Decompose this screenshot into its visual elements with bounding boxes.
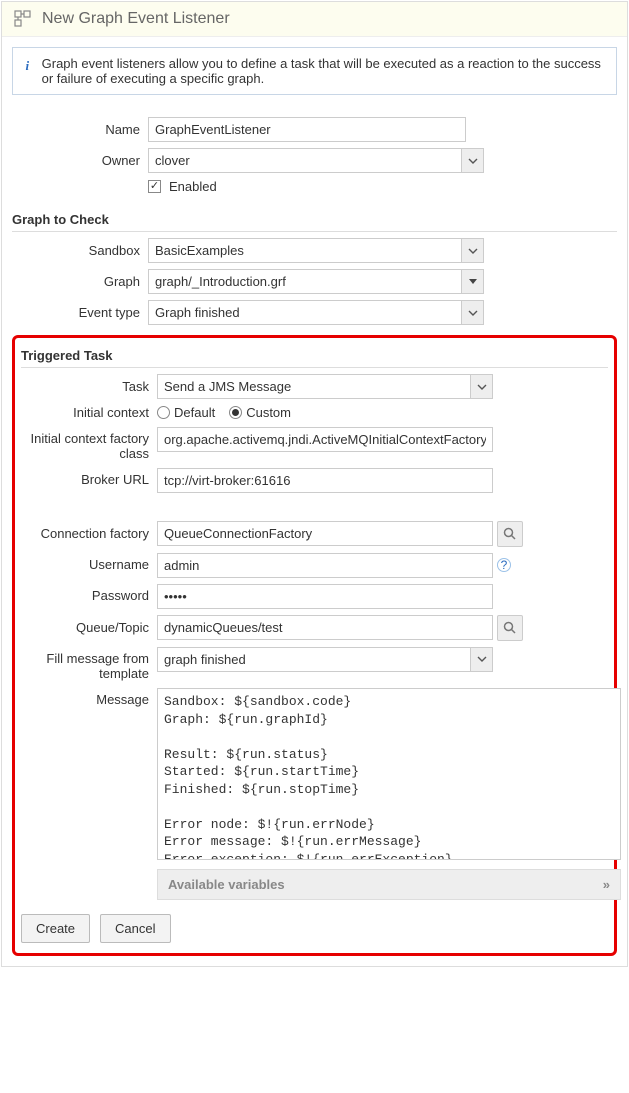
- event-type-select[interactable]: Graph finished: [148, 300, 484, 325]
- graph-value: graph/_Introduction.grf: [149, 270, 461, 293]
- username-label: Username: [21, 557, 157, 573]
- chevron-down-icon[interactable]: [470, 648, 492, 671]
- task-select[interactable]: Send a JMS Message: [157, 374, 493, 399]
- sandbox-label: Sandbox: [12, 243, 148, 259]
- sandbox-value: BasicExamples: [149, 239, 461, 262]
- cancel-button[interactable]: Cancel: [100, 914, 170, 943]
- section-triggered-task: Triggered Task: [21, 348, 608, 368]
- username-input[interactable]: [157, 553, 493, 578]
- browse-conn-factory-button[interactable]: [497, 521, 523, 547]
- broker-url-label: Broker URL: [21, 472, 157, 488]
- search-icon: [503, 621, 517, 635]
- chevron-down-icon[interactable]: [461, 239, 483, 262]
- create-button[interactable]: Create: [21, 914, 90, 943]
- conn-factory-label: Connection factory: [21, 526, 157, 542]
- owner-select[interactable]: clover: [148, 148, 484, 173]
- name-input[interactable]: [148, 117, 466, 142]
- broker-url-input[interactable]: [157, 468, 493, 493]
- fill-template-label: Fill message from template: [21, 647, 157, 682]
- help-icon[interactable]: ?: [497, 558, 511, 572]
- enabled-label: Enabled: [169, 179, 217, 194]
- task-value: Send a JMS Message: [158, 375, 470, 398]
- caret-down-icon[interactable]: [461, 270, 483, 293]
- ic-factory-label: Initial context factory class: [21, 427, 157, 462]
- chevron-down-icon[interactable]: [461, 149, 483, 172]
- chevron-right-icon: »: [603, 877, 610, 892]
- owner-value: clover: [149, 149, 461, 172]
- graph-label: Graph: [12, 274, 148, 290]
- queue-topic-input[interactable]: [157, 615, 493, 640]
- browse-queue-button[interactable]: [497, 615, 523, 641]
- enabled-checkbox[interactable]: ✓: [148, 180, 161, 193]
- message-textarea[interactable]: [157, 688, 621, 860]
- queue-topic-label: Queue/Topic: [21, 620, 157, 636]
- sandbox-select[interactable]: BasicExamples: [148, 238, 484, 263]
- chevron-down-icon[interactable]: [470, 375, 492, 398]
- radio-custom-label: Custom: [246, 405, 291, 420]
- available-variables-label: Available variables: [168, 877, 285, 892]
- task-label: Task: [21, 379, 157, 395]
- event-type-value: Graph finished: [149, 301, 461, 324]
- fill-template-select[interactable]: graph finished: [157, 647, 493, 672]
- ic-factory-input[interactable]: [157, 427, 493, 452]
- info-box: i Graph event listeners allow you to def…: [12, 47, 617, 95]
- info-icon: i: [23, 58, 32, 74]
- fill-template-value: graph finished: [158, 648, 470, 671]
- search-icon: [503, 527, 517, 541]
- info-text: Graph event listeners allow you to defin…: [42, 56, 606, 86]
- chevron-down-icon[interactable]: [461, 301, 483, 324]
- page-title: New Graph Event Listener: [42, 10, 230, 28]
- conn-factory-input[interactable]: [157, 521, 493, 546]
- graph-combo[interactable]: graph/_Introduction.grf: [148, 269, 484, 294]
- radio-custom[interactable]: [229, 406, 242, 419]
- event-listener-icon: [14, 10, 32, 28]
- radio-default-label: Default: [174, 405, 215, 420]
- section-graph-to-check: Graph to Check: [12, 212, 617, 232]
- owner-label: Owner: [12, 153, 148, 169]
- triggered-task-region: Triggered Task Task Send a JMS Message I…: [12, 335, 617, 956]
- initial-context-label: Initial context: [21, 405, 157, 421]
- password-input[interactable]: [157, 584, 493, 609]
- dialog-panel: New Graph Event Listener i Graph event l…: [1, 1, 628, 967]
- message-label: Message: [21, 688, 157, 708]
- title-bar: New Graph Event Listener: [2, 2, 627, 37]
- radio-default[interactable]: [157, 406, 170, 419]
- password-label: Password: [21, 588, 157, 604]
- event-type-label: Event type: [12, 305, 148, 321]
- name-label: Name: [12, 122, 148, 138]
- available-variables-toggle[interactable]: Available variables »: [157, 869, 621, 900]
